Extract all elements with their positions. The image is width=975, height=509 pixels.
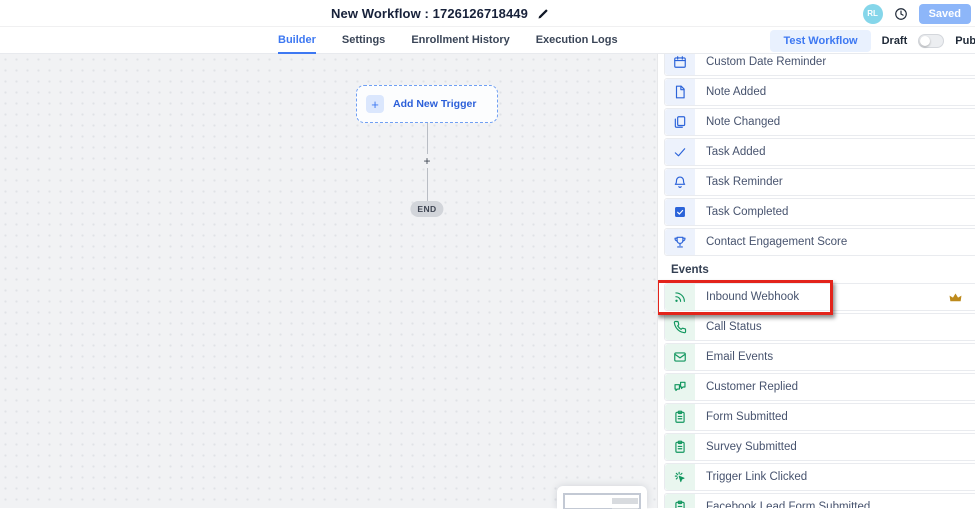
trigger-item-label: Customer Replied <box>706 381 798 393</box>
preview-modal-partial <box>557 486 647 509</box>
toggle-knob <box>920 36 930 46</box>
webhook-icon <box>665 284 695 310</box>
trigger-item-label: Email Events <box>706 351 773 363</box>
tab-builder[interactable]: Builder <box>278 27 316 54</box>
draft-label: Draft <box>882 35 908 47</box>
note-icon <box>665 79 695 105</box>
task-check-icon <box>665 199 695 225</box>
clipboard-icon <box>665 434 695 460</box>
trigger-item-facebook-lead-form-submitted[interactable]: Facebook Lead Form Submitted <box>664 493 975 508</box>
phone-icon <box>665 314 695 340</box>
trigger-item-survey-submitted[interactable]: Survey Submitted <box>664 433 975 461</box>
user-avatar[interactable]: RL <box>863 4 883 24</box>
trigger-item-label: Task Reminder <box>706 176 783 188</box>
tab-settings[interactable]: Settings <box>342 27 385 54</box>
trigger-item-inbound-webhook[interactable]: Inbound Webhook <box>664 283 975 311</box>
trigger-item-label: Facebook Lead Form Submitted <box>706 501 870 508</box>
trigger-item-task-added[interactable]: Task Added <box>664 138 975 166</box>
add-new-trigger-button[interactable]: + Add New Trigger <box>356 85 498 123</box>
trigger-item-contact-engagement-score[interactable]: Contact Engagement Score <box>664 228 975 256</box>
saved-button[interactable]: Saved <box>919 4 971 24</box>
trigger-item-call-status[interactable]: Call Status <box>664 313 975 341</box>
cursor-click-icon <box>665 464 695 490</box>
tab-enrollment-history[interactable]: Enrollment History <box>411 27 509 54</box>
trophy-icon <box>665 229 695 255</box>
trigger-item-email-events[interactable]: Email Events <box>664 343 975 371</box>
chat-icon <box>665 374 695 400</box>
publish-label: Publish <box>955 35 975 47</box>
trigger-item-label: Custom Date Reminder <box>706 56 826 68</box>
note-copy-icon <box>665 109 695 135</box>
trigger-item-label: Inbound Webhook <box>706 291 799 303</box>
trigger-item-label: Survey Submitted <box>706 441 797 453</box>
tab-execution-logs[interactable]: Execution Logs <box>536 27 618 54</box>
tabs: Builder Settings Enrollment History Executi… <box>278 27 618 54</box>
crown-icon <box>949 291 962 304</box>
trigger-item-task-completed[interactable]: Task Completed <box>664 198 975 226</box>
trigger-item-note-added[interactable]: Note Added <box>664 78 975 106</box>
trigger-item-label: Task Completed <box>706 206 788 218</box>
edit-title-icon[interactable] <box>537 8 549 20</box>
trigger-item-custom-date-reminder[interactable]: Custom Date Reminder <box>664 54 975 76</box>
trigger-item-label: Trigger Link Clicked <box>706 471 807 483</box>
trigger-list: Custom Date Reminder Note Added Note Chang… <box>664 54 975 508</box>
trigger-item-label: Note Added <box>706 86 766 98</box>
trigger-item-form-submitted[interactable]: Form Submitted <box>664 403 975 431</box>
test-workflow-button[interactable]: Test Workflow <box>770 30 870 52</box>
clipboard-icon <box>665 404 695 430</box>
preview-placeholder-bar <box>612 498 638 504</box>
trigger-item-customer-replied[interactable]: Customer Replied <box>664 373 975 401</box>
section-title-events: Events <box>671 264 975 276</box>
history-clock-icon[interactable] <box>894 7 908 21</box>
mail-icon <box>665 344 695 370</box>
trigger-item-label: Call Status <box>706 321 762 333</box>
calendar-icon <box>665 54 695 75</box>
trigger-item-trigger-link-clicked[interactable]: Trigger Link Clicked <box>664 463 975 491</box>
workflow-canvas: + Add New Trigger + END <box>0 54 657 508</box>
bell-icon <box>665 169 695 195</box>
trigger-item-task-reminder[interactable]: Task Reminder <box>664 168 975 196</box>
trigger-item-label: Note Changed <box>706 116 780 128</box>
add-step-plus-icon[interactable]: + <box>421 154 432 168</box>
add-trigger-label: Add New Trigger <box>393 98 476 110</box>
clipboard-icon <box>665 494 695 508</box>
end-node: END <box>410 201 443 217</box>
workflow-title: New Workflow : 1726126718449 <box>331 6 528 21</box>
tab-bar: Builder Settings Enrollment History Executi… <box>0 27 975 54</box>
plus-icon: + <box>366 95 384 113</box>
publish-toggle[interactable] <box>918 34 944 48</box>
trigger-item-note-changed[interactable]: Note Changed <box>664 108 975 136</box>
check-icon <box>665 139 695 165</box>
trigger-sidebar: Custom Date Reminder Note Added Note Chang… <box>657 54 975 508</box>
top-header: New Workflow : 1726126718449 RL Saved <box>0 0 975 27</box>
trigger-item-label: Contact Engagement Score <box>706 236 847 248</box>
trigger-item-label: Form Submitted <box>706 411 788 423</box>
trigger-item-label: Task Added <box>706 146 765 158</box>
